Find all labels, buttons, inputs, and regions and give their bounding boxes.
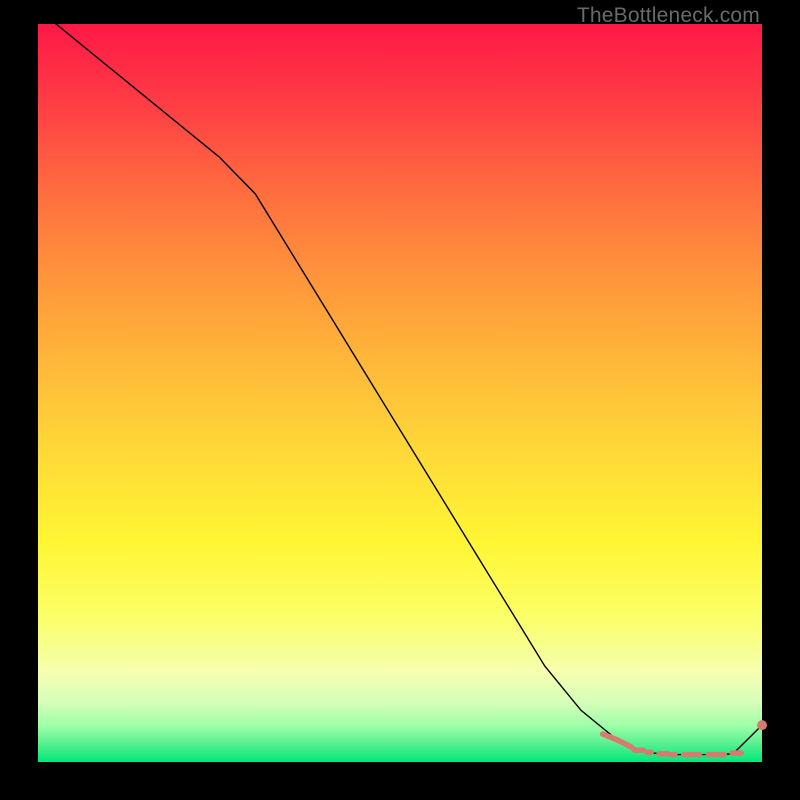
- highlight-segment-path: [603, 734, 632, 747]
- series-end-dot: [757, 720, 767, 730]
- chart-plot: [38, 24, 762, 762]
- series-highlight-segment: [603, 734, 632, 747]
- curve-path: [38, 9, 762, 754]
- end-dot-circle: [757, 720, 767, 730]
- series-highlight-dashes: [634, 750, 741, 754]
- series-curve: [38, 9, 762, 754]
